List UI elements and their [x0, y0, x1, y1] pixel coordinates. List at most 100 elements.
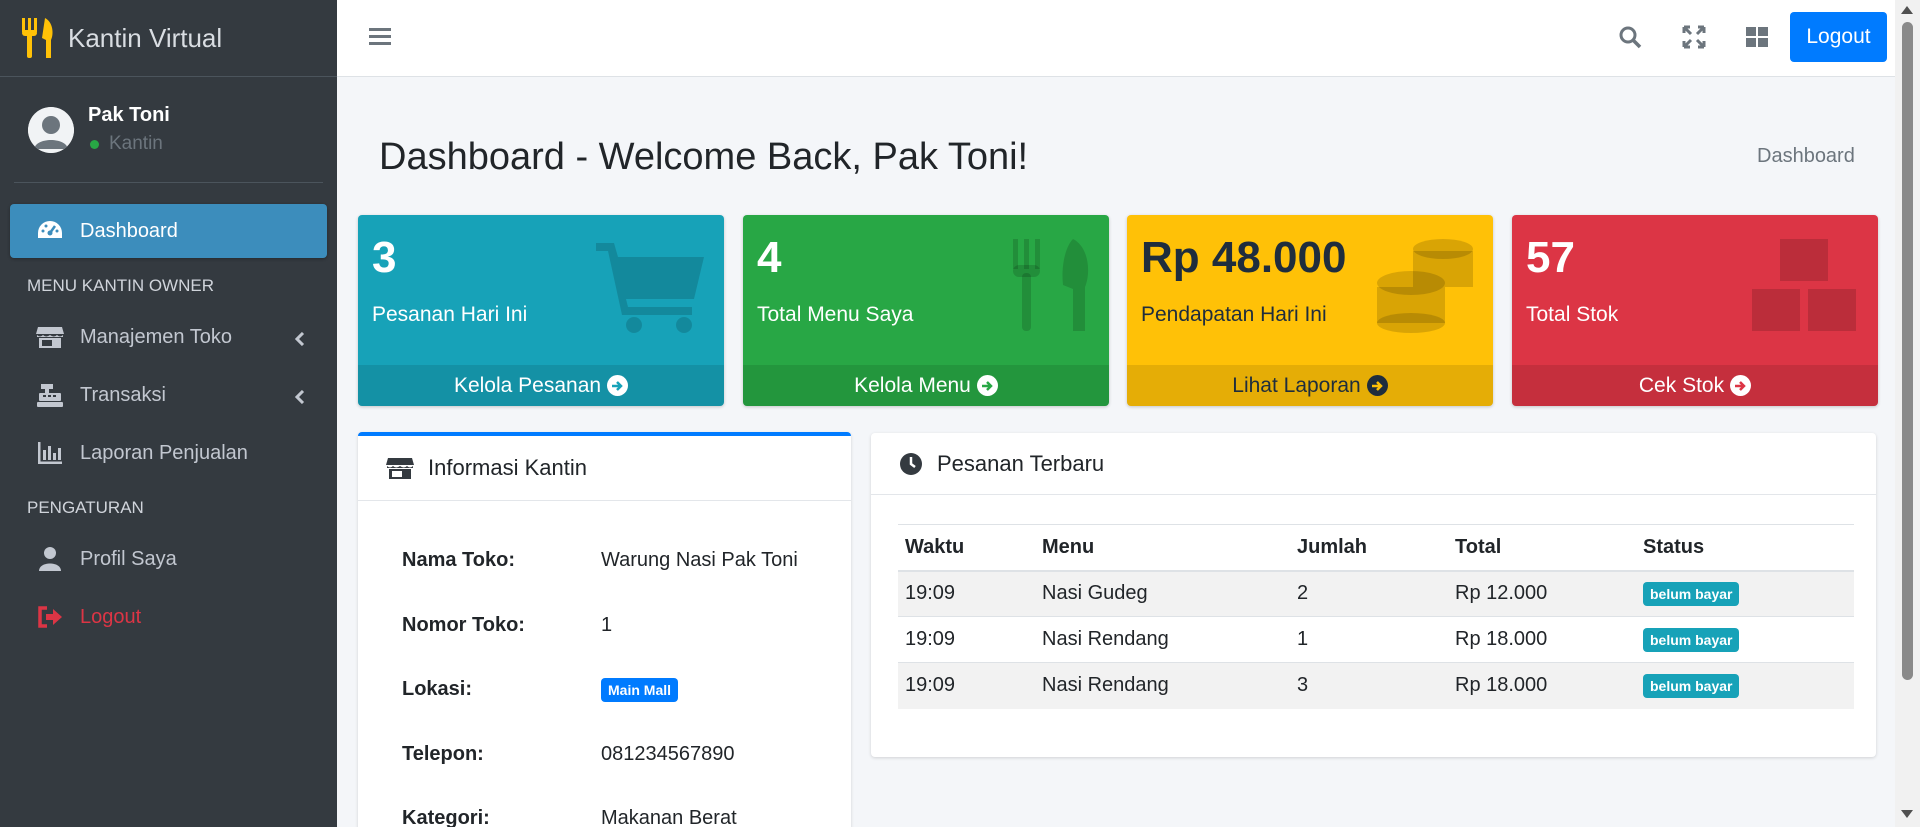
expand-fullscreen-icon[interactable] [1682, 25, 1706, 54]
sidebar-item-laporan-penjualan[interactable]: Laporan Penjualan [10, 426, 327, 480]
info-value-lokasi: Main Mall [601, 678, 679, 702]
search-icon[interactable] [1618, 25, 1642, 54]
sidebar-item-label: Manajemen Toko [80, 325, 232, 348]
user-panel: Pak Toni Kantin [14, 77, 323, 183]
orders-table: Waktu Menu Jumlah Total Status 19:09 Nas… [898, 524, 1854, 709]
cell-status: belum bayar [1636, 616, 1854, 663]
cell-status: belum bayar [1636, 570, 1854, 617]
card-header: Informasi Kantin [358, 436, 851, 501]
stat-label: Pendapatan Hari Ini [1141, 303, 1327, 326]
stat-box-menu: 4 Total Menu Saya Kelola Menu [743, 215, 1109, 406]
sidebar-nav: Dashboard MENU KANTIN OWNER Manajemen To… [0, 204, 337, 644]
sidebar-header-owner: MENU KANTIN OWNER [27, 276, 214, 295]
brand-link[interactable]: Kantin Virtual [0, 0, 337, 77]
sidebar-item-dashboard[interactable]: Dashboard [10, 204, 327, 258]
info-value-nama-toko: Warung Nasi Pak Toni [601, 549, 798, 571]
cell-qty: 1 [1290, 616, 1448, 663]
cell-total: Rp 18.000 [1448, 616, 1636, 663]
breadcrumb[interactable]: Dashboard [1757, 145, 1855, 168]
sidebar-item-profil-saya[interactable]: Profil Saya [10, 532, 327, 586]
clock-icon [899, 452, 923, 476]
table-row: 19:09 Nasi Rendang 3 Rp 18.000 belum bay… [898, 662, 1854, 709]
cell-status: belum bayar [1636, 662, 1854, 709]
scrollbar-thumb[interactable] [1902, 22, 1913, 680]
info-label-nomor-toko: Nomor Toko: [402, 614, 525, 636]
sidebar-item-logout[interactable]: Logout [10, 590, 327, 644]
sidebar-item-manajemen-toko[interactable]: Manajemen Toko [10, 310, 327, 364]
info-label-kategori: Kategori: [402, 807, 490, 827]
sidebar-item-label: Logout [80, 605, 142, 628]
sidebar-item-label: Dashboard [80, 219, 178, 242]
status-badge: belum bayar [1643, 673, 1740, 698]
info-kantin-card: Informasi Kantin Nama Toko: Warung Nasi … [358, 432, 851, 827]
stat-link-label: Kelola Pesanan [453, 373, 602, 397]
stat-link-label: Lihat Laporan [1232, 373, 1361, 397]
info-value-kategori: Makanan Berat [601, 807, 737, 827]
stat-label: Pesanan Hari Ini [372, 303, 528, 326]
sidebar-item-label: Transaksi [80, 383, 166, 406]
hamburger-menu-icon[interactable] [369, 26, 391, 51]
info-label-lokasi: Lokasi: [402, 678, 473, 700]
arrow-circle-right-icon [607, 375, 629, 396]
store-icon [36, 323, 64, 351]
stat-link-label: Cek Stok [1638, 373, 1725, 397]
coins-icon [1375, 237, 1475, 338]
scroll-up-arrow-icon[interactable] [1901, 6, 1913, 14]
avatar[interactable] [28, 106, 74, 153]
shopping-cart-icon [596, 237, 706, 338]
stat-label: Total Menu Saya [757, 303, 914, 326]
sidebar-item-label: Laporan Penjualan [80, 441, 248, 464]
stat-link-lihat-laporan[interactable]: Lihat Laporan [1127, 365, 1493, 406]
cell-menu: Nasi Rendang [1035, 662, 1290, 709]
location-badge: Main Mall [601, 678, 679, 702]
sidebar-header-pengaturan: PENGATURAN [27, 498, 144, 517]
arrow-circle-right-icon [1730, 375, 1752, 396]
pesanan-terbaru-card: Pesanan Terbaru Waktu Menu Jumlah Total … [871, 433, 1876, 757]
stat-value: 3 [372, 233, 397, 282]
cell-total: Rp 12.000 [1448, 570, 1636, 617]
stat-box-pendapatan: Rp 48.000 Pendapatan Hari Ini Lihat Lapo… [1127, 215, 1493, 406]
status-badge: belum bayar [1643, 581, 1740, 606]
info-value-telepon: 081234567890 [601, 743, 735, 765]
stat-link-kelola-pesanan[interactable]: Kelola Pesanan [358, 365, 724, 406]
cell-qty: 2 [1290, 570, 1448, 617]
column-header-jumlah: Jumlah [1290, 524, 1448, 572]
card-title: Pesanan Terbaru [937, 450, 1105, 476]
online-status-icon [90, 139, 99, 149]
utensils-icon [1011, 237, 1091, 338]
top-navbar: Logout [337, 0, 1895, 77]
cell-total: Rp 18.000 [1448, 662, 1636, 709]
user-role: Kantin [109, 133, 163, 154]
arrow-circle-right-icon [1366, 375, 1388, 396]
cell-time: 19:09 [898, 616, 1035, 663]
scroll-down-arrow-icon[interactable] [1901, 810, 1913, 818]
column-header-waktu: Waktu [898, 524, 1035, 572]
brand-name: Kantin Virtual [68, 22, 223, 53]
table-row: 19:09 Nasi Gudeg 2 Rp 12.000 belum bayar [898, 570, 1854, 617]
page-title: Dashboard - Welcome Back, Pak Toni! [379, 136, 1029, 178]
sidebar-item-transaksi[interactable]: Transaksi [10, 368, 327, 422]
column-header-total: Total [1448, 524, 1636, 572]
cell-menu: Nasi Gudeg [1035, 570, 1290, 617]
user-name[interactable]: Pak Toni [88, 104, 170, 127]
cell-time: 19:09 [898, 662, 1035, 709]
logout-button[interactable]: Logout [1790, 12, 1887, 62]
scrollbar[interactable] [1895, 0, 1920, 827]
stat-value: Rp 48.000 [1141, 233, 1347, 282]
table-row: 19:09 Nasi Rendang 1 Rp 18.000 belum bay… [898, 616, 1854, 663]
chevron-left-icon [294, 387, 305, 410]
stat-link-cek-stok[interactable]: Cek Stok [1512, 365, 1878, 406]
cell-menu: Nasi Rendang [1035, 616, 1290, 663]
arrow-circle-right-icon [976, 375, 998, 396]
grid-apps-icon[interactable] [1745, 25, 1769, 54]
stat-link-kelola-menu[interactable]: Kelola Menu [743, 365, 1109, 406]
utensils-logo-icon [20, 15, 56, 61]
cell-time: 19:09 [898, 570, 1035, 617]
info-label-nama-toko: Nama Toko: [402, 549, 515, 571]
status-badge: belum bayar [1643, 627, 1740, 652]
chevron-left-icon [294, 329, 305, 352]
user-icon [36, 545, 64, 573]
chart-bar-icon [36, 439, 64, 467]
info-label-telepon: Telepon: [402, 743, 484, 765]
info-value-nomor-toko: 1 [601, 614, 613, 636]
